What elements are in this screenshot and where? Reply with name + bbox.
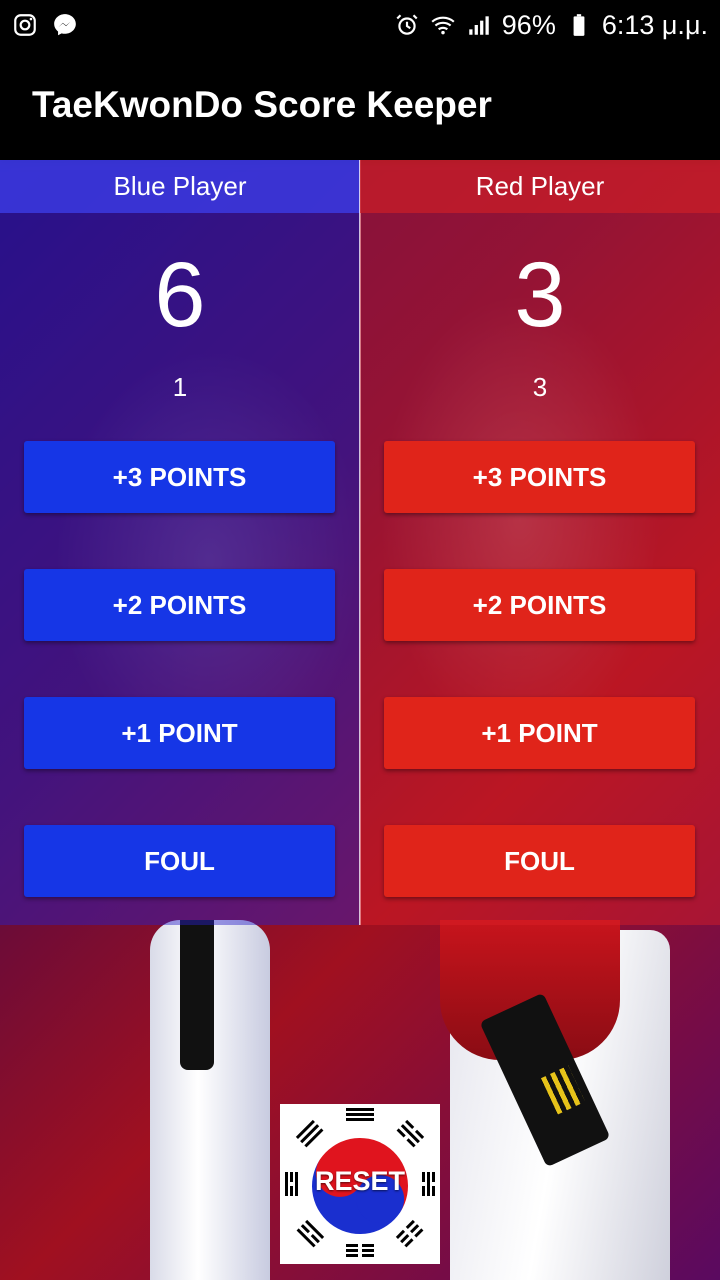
battery-percentage: 96% [501,9,556,40]
blue-fighter-belt [180,920,214,1070]
red-foul-button[interactable]: FOUL [384,825,695,897]
alarm-icon [396,14,418,35]
red-score: 3 [514,244,566,346]
reset-button[interactable]: RESET [280,1104,440,1264]
blue-fouls: 1 [172,372,188,402]
red-plus-1-button[interactable]: +1 POINT [384,697,695,769]
messenger-icon [54,14,76,36]
app-bar: TaeKwonDo Score Keeper [0,50,720,160]
red-fouls: 3 [532,372,548,402]
status-bar: 96% 6:13 μ.μ. [0,0,720,50]
red-plus-2-button[interactable]: +2 POINTS [384,569,695,641]
app-title: TaeKwonDo Score Keeper [32,84,492,125]
red-plus-3-button[interactable]: +3 POINTS [384,441,695,513]
wifi-icon [431,16,455,35]
blue-player-panel: Blue Player 6 1 +3 POINTS +2 POINTS +1 P… [0,160,360,925]
blue-score: 6 [154,244,206,346]
instagram-icon [14,14,36,36]
blue-plus-2-button[interactable]: +2 POINTS [24,569,335,641]
blue-plus-1-button[interactable]: +1 POINT [24,697,335,769]
red-player-header: Red Player [360,160,720,213]
blue-plus-3-button[interactable]: +3 POINTS [24,441,335,513]
signal-icon [469,16,489,35]
blue-foul-button[interactable]: FOUL [24,825,335,897]
blue-player-header: Blue Player [0,160,360,213]
reset-label: RESET [314,1166,406,1196]
battery-icon [573,14,585,36]
red-player-panel: Red Player 3 3 +3 POINTS +2 POINTS +1 PO… [360,160,720,925]
clock: 6:13 μ.μ. [601,9,708,40]
